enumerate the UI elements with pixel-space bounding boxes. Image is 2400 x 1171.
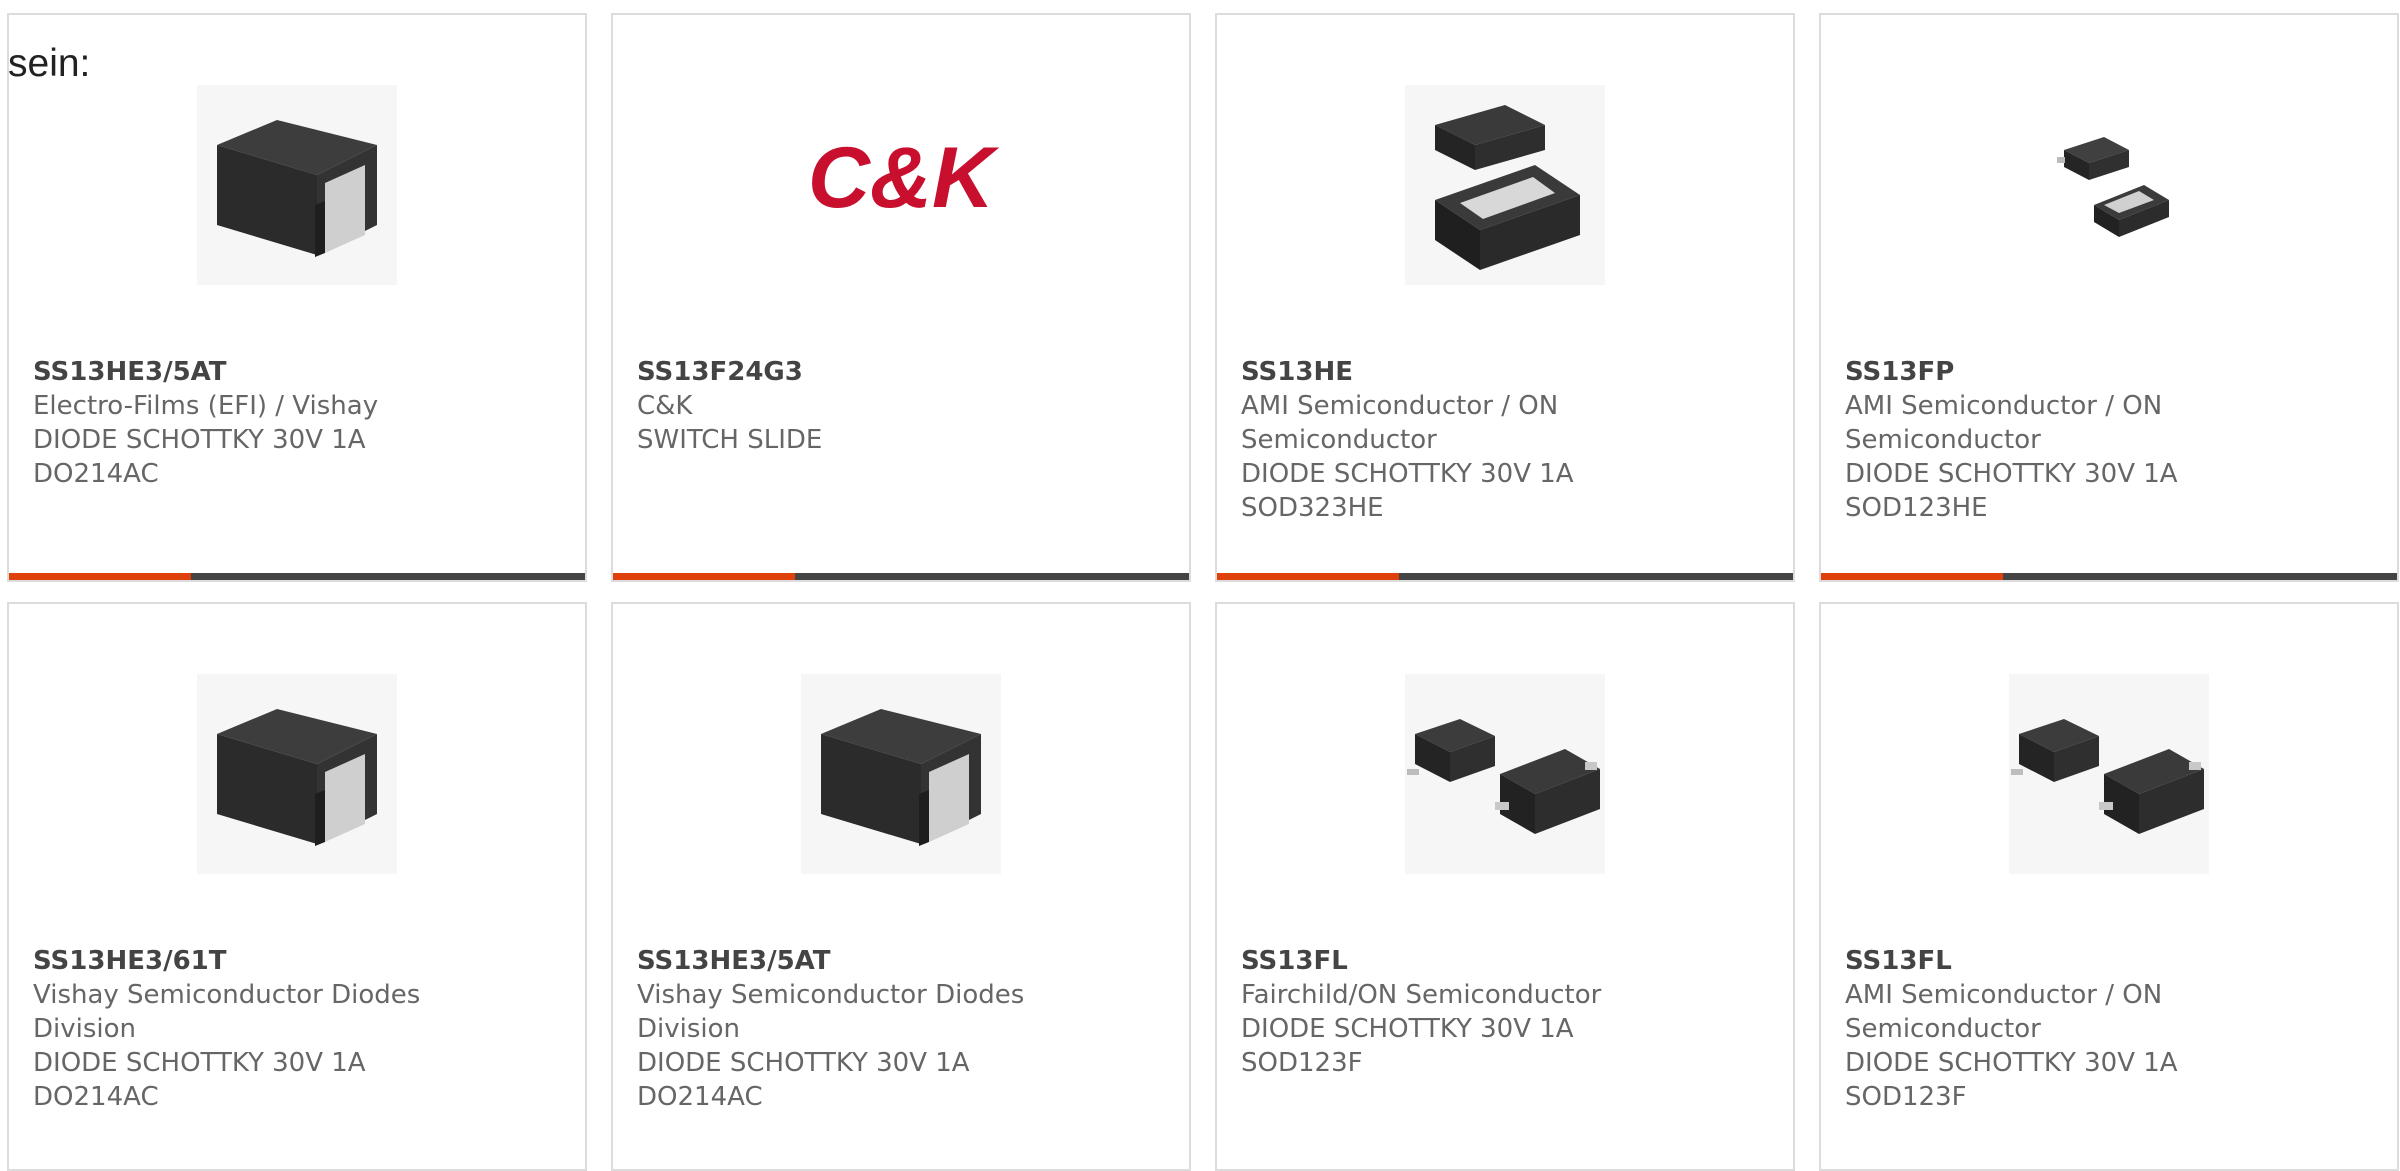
product-grid: SS13HE3/5AT Electro-Films (EFI) / Vishay… <box>7 13 2399 1171</box>
card-bottom-bar <box>9 573 585 580</box>
package: DO214AC <box>637 1082 763 1112</box>
product-info: SS13HE AMI Semiconductor / ON Semiconduc… <box>1241 355 1769 525</box>
product-image[interactable] <box>2009 85 2209 285</box>
manufacturer: AMI Semiconductor / ON Semiconductor <box>1241 391 1559 455</box>
card-bottom-bar <box>1217 573 1793 580</box>
part-number[interactable]: SS13HE3/5AT <box>33 355 561 389</box>
product-card[interactable]: SS13FP AMI Semiconductor / ON Semiconduc… <box>1819 13 2399 582</box>
package: SOD123HE <box>1845 493 1988 523</box>
product-image[interactable]: C&K <box>801 85 1001 285</box>
product-image[interactable] <box>197 85 397 285</box>
description: SWITCH SLIDE <box>637 425 823 455</box>
package: SOD123F <box>1241 1048 1363 1078</box>
part-number[interactable]: SS13HE3/5AT <box>637 944 1165 978</box>
product-card[interactable]: SS13HE AMI Semiconductor / ON Semiconduc… <box>1215 13 1795 582</box>
package: SOD123F <box>1845 1082 1967 1112</box>
description: DIODE SCHOTTKY 30V 1A <box>637 1048 970 1078</box>
description: DIODE SCHOTTKY 30V 1A <box>33 425 366 455</box>
product-image[interactable] <box>197 674 397 874</box>
intro-text: sein: <box>8 42 91 85</box>
product-card[interactable]: SS13HE3/61T Vishay Semiconductor Diodes … <box>7 602 587 1171</box>
description: DIODE SCHOTTKY 30V 1A <box>1241 459 1574 489</box>
part-number[interactable]: SS13FL <box>1241 944 1769 978</box>
product-card[interactable]: C&K SS13F24G3 C&K SWITCH SLIDE <box>611 13 1191 582</box>
package: SOD323HE <box>1241 493 1384 523</box>
manufacturer: Electro-Films (EFI) / Vishay <box>33 391 379 421</box>
part-number[interactable]: SS13FL <box>1845 944 2373 978</box>
product-image[interactable] <box>1405 85 1605 285</box>
description: DIODE SCHOTTKY 30V 1A <box>1845 459 2178 489</box>
product-info: SS13FL AMI Semiconductor / ON Semiconduc… <box>1845 944 2373 1114</box>
part-number[interactable]: SS13HE <box>1241 355 1769 389</box>
package: DO214AC <box>33 1082 159 1112</box>
part-number[interactable]: SS13HE3/61T <box>33 944 561 978</box>
description: DIODE SCHOTTKY 30V 1A <box>33 1048 366 1078</box>
product-card[interactable]: SS13FL Fairchild/ON Semiconductor DIODE … <box>1215 602 1795 1171</box>
product-info: SS13FP AMI Semiconductor / ON Semiconduc… <box>1845 355 2373 525</box>
card-accent-bar <box>1821 573 2003 580</box>
product-card[interactable]: SS13HE3/5AT Vishay Semiconductor Diodes … <box>611 602 1191 1171</box>
manufacturer: Fairchild/ON Semiconductor <box>1241 980 1602 1010</box>
description: DIODE SCHOTTKY 30V 1A <box>1241 1014 1574 1044</box>
part-number[interactable]: SS13FP <box>1845 355 2373 389</box>
product-card[interactable]: SS13FL AMI Semiconductor / ON Semiconduc… <box>1819 602 2399 1171</box>
product-image[interactable] <box>801 674 1001 874</box>
manufacturer: AMI Semiconductor / ON Semiconductor <box>1845 391 2163 455</box>
description: DIODE SCHOTTKY 30V 1A <box>1845 1048 2178 1078</box>
package: DO214AC <box>33 459 159 489</box>
product-info: SS13HE3/5AT Vishay Semiconductor Diodes … <box>637 944 1165 1114</box>
product-info: SS13FL Fairchild/ON Semiconductor DIODE … <box>1241 944 1769 1080</box>
product-card[interactable]: SS13HE3/5AT Electro-Films (EFI) / Vishay… <box>7 13 587 582</box>
card-bottom-bar <box>1821 573 2397 580</box>
product-image[interactable] <box>1405 674 1605 874</box>
product-info: SS13HE3/61T Vishay Semiconductor Diodes … <box>33 944 561 1114</box>
manufacturer: AMI Semiconductor / ON Semiconductor <box>1845 980 2163 1044</box>
card-accent-bar <box>613 573 795 580</box>
card-bottom-bar <box>613 573 1189 580</box>
ck-logo-text: C&K <box>808 130 1000 226</box>
card-accent-bar <box>1217 573 1399 580</box>
manufacturer: Vishay Semiconductor Diodes Division <box>33 980 421 1044</box>
part-number[interactable]: SS13F24G3 <box>637 355 1165 389</box>
product-info: SS13HE3/5AT Electro-Films (EFI) / Vishay… <box>33 355 561 491</box>
product-info: SS13F24G3 C&K SWITCH SLIDE <box>637 355 1165 457</box>
manufacturer: C&K <box>637 391 693 421</box>
manufacturer: Vishay Semiconductor Diodes Division <box>637 980 1025 1044</box>
product-image[interactable] <box>2009 674 2209 874</box>
card-accent-bar <box>9 573 191 580</box>
